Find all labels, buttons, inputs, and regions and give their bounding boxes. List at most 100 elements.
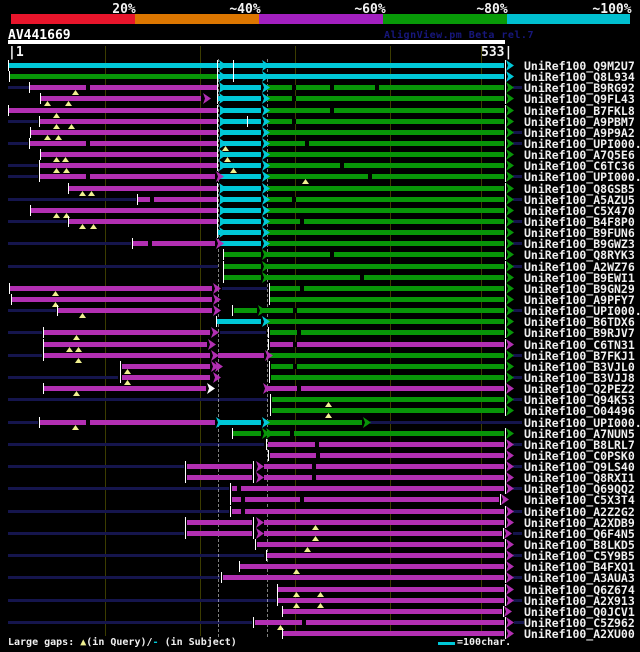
hsp-bar[interactable]: [264, 475, 504, 480]
hsp-bar[interactable]: [266, 319, 504, 324]
hsp-bar[interactable]: [240, 564, 504, 569]
hsp-bar[interactable]: [266, 275, 504, 280]
hsp-bar[interactable]: [270, 330, 504, 335]
hsp-bar[interactable]: [40, 420, 215, 425]
hsp-arrow-icon: [506, 60, 514, 71]
hsp-bar[interactable]: [283, 609, 502, 614]
hsp-bar[interactable]: [255, 620, 504, 625]
hsp-bar[interactable]: [232, 509, 504, 514]
hsp-bar[interactable]: [223, 575, 504, 580]
hsp-bar[interactable]: [270, 286, 504, 291]
hsp-bar[interactable]: [40, 174, 215, 179]
hsp-bar[interactable]: [69, 186, 217, 191]
hsp-bar[interactable]: [271, 364, 504, 369]
hsp-bar[interactable]: [264, 464, 504, 469]
boundary-tick: [268, 327, 269, 338]
hsp-bar[interactable]: [266, 420, 362, 425]
hsp-bar[interactable]: [266, 85, 504, 90]
hsp-bar[interactable]: [234, 308, 257, 313]
hsp-bar[interactable]: [40, 163, 217, 168]
hsp-bar[interactable]: [283, 631, 504, 636]
hsp-bar[interactable]: [224, 264, 261, 269]
hsp-arrow-icon: [506, 327, 514, 338]
hsp-bar[interactable]: [232, 486, 504, 491]
hsp-bar[interactable]: [218, 74, 504, 79]
row-label[interactable]: UniRef100_A2XU00: [524, 627, 635, 641]
query-gap-icon: [304, 547, 311, 552]
hsp-bar[interactable]: [266, 208, 504, 213]
boundary-tick: [217, 93, 218, 104]
hsp-bar[interactable]: [31, 130, 217, 135]
query-gap-icon: [72, 90, 79, 95]
hsp-bar[interactable]: [264, 520, 504, 525]
hsp-bar[interactable]: [272, 397, 504, 402]
hsp-bar[interactable]: [266, 197, 504, 202]
hsp-bar[interactable]: [266, 264, 504, 269]
hsp-bar[interactable]: [266, 174, 504, 179]
hsp-bar[interactable]: [266, 119, 504, 124]
hsp-bar[interactable]: [10, 74, 217, 79]
hsp-bar[interactable]: [9, 63, 504, 68]
hsp-bar[interactable]: [44, 386, 206, 391]
subject-extent-line: [8, 164, 38, 167]
hsp-bar[interactable]: [44, 342, 207, 347]
hsp-bar[interactable]: [278, 587, 504, 592]
hsp-bar[interactable]: [278, 598, 504, 603]
subject-extent-line: [513, 465, 522, 468]
hsp-bar[interactable]: [267, 553, 504, 558]
hsp-bar[interactable]: [224, 252, 261, 257]
hsp-bar[interactable]: [266, 252, 504, 257]
hsp-bar[interactable]: [58, 308, 212, 313]
hsp-bar[interactable]: [270, 431, 504, 436]
hsp-bar[interactable]: [220, 420, 261, 425]
hsp-bar[interactable]: [266, 386, 504, 391]
hsp-bar[interactable]: [266, 241, 504, 246]
hsp-bar[interactable]: [266, 152, 504, 157]
hsp-bar[interactable]: [262, 308, 504, 313]
hsp-bar[interactable]: [220, 241, 261, 246]
hsp-bar[interactable]: [270, 453, 504, 458]
hsp-bar[interactable]: [270, 353, 504, 358]
boundary-tick: [269, 361, 270, 372]
hsp-bar[interactable]: [266, 230, 504, 235]
hsp-bar[interactable]: [271, 375, 504, 380]
hsp-bar[interactable]: [41, 96, 201, 101]
hsp-bar[interactable]: [266, 130, 504, 135]
boundary-tick: [217, 160, 218, 171]
hsp-bar[interactable]: [264, 531, 502, 536]
hsp-bar[interactable]: [69, 219, 217, 224]
hsp-bar[interactable]: [270, 297, 504, 302]
hsp-bar[interactable]: [40, 119, 217, 124]
hsp-bar[interactable]: [270, 342, 504, 347]
hsp-bar[interactable]: [122, 364, 210, 369]
hsp-bar[interactable]: [218, 353, 264, 358]
hsp-bar[interactable]: [30, 141, 217, 146]
hsp-bar[interactable]: [187, 531, 252, 536]
hsp-bar[interactable]: [266, 96, 504, 101]
hsp-bar[interactable]: [268, 442, 504, 447]
hsp-bar[interactable]: [233, 431, 261, 436]
hsp-bar[interactable]: [187, 464, 252, 469]
hsp-bar[interactable]: [272, 408, 504, 413]
hsp-bar[interactable]: [224, 275, 261, 280]
hsp-bar[interactable]: [266, 141, 504, 146]
hsp-bar[interactable]: [257, 542, 504, 547]
hsp-bar[interactable]: [10, 286, 212, 291]
hsp-bar[interactable]: [44, 353, 210, 358]
hsp-bar[interactable]: [266, 186, 504, 191]
hsp-bar[interactable]: [220, 174, 261, 179]
hsp-bar[interactable]: [133, 241, 215, 246]
hsp-bar[interactable]: [187, 520, 252, 525]
hsp-bar[interactable]: [44, 330, 210, 335]
hsp-bar[interactable]: [30, 85, 217, 90]
hsp-bar[interactable]: [12, 297, 212, 302]
hsp-bar[interactable]: [31, 208, 217, 213]
hsp-bar[interactable]: [266, 108, 504, 113]
hsp-bar[interactable]: [187, 475, 252, 480]
hsp-bar[interactable]: [9, 108, 217, 113]
hsp-bar[interactable]: [232, 497, 499, 502]
hsp-bar[interactable]: [122, 375, 210, 380]
hsp-bar[interactable]: [217, 319, 261, 324]
hsp-bar[interactable]: [41, 152, 217, 157]
hsp-bar[interactable]: [266, 163, 504, 168]
